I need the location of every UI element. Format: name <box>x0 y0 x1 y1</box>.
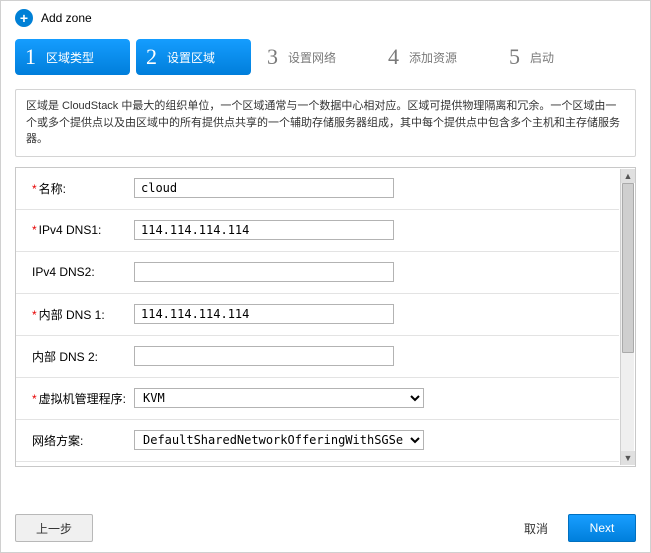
wizard-header: + Add zone <box>1 1 650 35</box>
name-input[interactable] <box>134 178 394 198</box>
required-mark: * <box>32 392 37 406</box>
step-num: 5 <box>509 44 520 70</box>
row-hypervisor: *虚拟机管理程序: KVM <box>16 378 619 420</box>
scroll-thumb[interactable] <box>622 183 634 353</box>
zone-description: 区域是 CloudStack 中最大的组织单位，一个区域通常与一个数据中心相对应… <box>15 89 636 157</box>
step-label: 设置区域 <box>167 49 215 66</box>
step-setup-network[interactable]: 3 设置网络 <box>257 39 372 75</box>
step-add-resources[interactable]: 4 添加资源 <box>378 39 493 75</box>
step-label: 设置网络 <box>288 49 336 66</box>
next-button[interactable]: Next <box>568 514 636 542</box>
label-network-offering: 网络方案: <box>26 432 134 449</box>
internal-dns1-input[interactable] <box>134 304 394 324</box>
required-mark: * <box>32 223 37 237</box>
scroll-down-icon[interactable]: ▼ <box>621 451 635 465</box>
label-internal-dns1: *内部 DNS 1: <box>26 306 134 323</box>
wizard-footer: 上一步 取消 Next <box>15 514 636 542</box>
ipv4-dns2-input[interactable] <box>134 262 394 282</box>
row-ipv4-dns1: *IPv4 DNS1: <box>16 210 619 252</box>
step-num: 2 <box>146 44 157 70</box>
row-network-offering: 网络方案: DefaultSharedNetworkOfferingWithSG… <box>16 420 619 462</box>
label-internal-dns2: 内部 DNS 2: <box>26 348 134 365</box>
cancel-button[interactable]: 取消 <box>524 520 548 537</box>
row-ipv4-dns2: IPv4 DNS2: <box>16 252 619 294</box>
scroll-up-icon[interactable]: ▲ <box>621 169 635 183</box>
hypervisor-select[interactable]: KVM <box>134 388 424 408</box>
wizard-title: Add zone <box>41 11 92 25</box>
plus-icon: + <box>15 9 33 27</box>
label-name: *名称: <box>26 180 134 197</box>
row-internal-dns2: 内部 DNS 2: <box>16 336 619 378</box>
step-label: 启动 <box>530 49 554 66</box>
label-hypervisor: *虚拟机管理程序: <box>26 390 134 407</box>
row-internal-dns1: *内部 DNS 1: <box>16 294 619 336</box>
step-launch[interactable]: 5 启动 <box>499 39 614 75</box>
step-label: 区域类型 <box>46 49 94 66</box>
step-num: 3 <box>267 44 278 70</box>
label-ipv4-dns1: *IPv4 DNS1: <box>26 223 134 237</box>
network-offering-select[interactable]: DefaultSharedNetworkOfferingWithSGServic… <box>134 430 424 450</box>
step-setup-zone[interactable]: 2 设置区域 <box>136 39 251 75</box>
step-label: 添加资源 <box>409 49 457 66</box>
internal-dns2-input[interactable] <box>134 346 394 366</box>
step-list: 1 区域类型 2 设置区域 3 设置网络 4 添加资源 5 启动 <box>1 35 650 85</box>
zone-form: *名称: *IPv4 DNS1: IPv4 DNS2: *内部 DNS 1: 内… <box>15 167 636 467</box>
required-mark: * <box>32 182 37 196</box>
prev-button[interactable]: 上一步 <box>15 514 93 542</box>
ipv4-dns1-input[interactable] <box>134 220 394 240</box>
row-name: *名称: <box>16 168 619 210</box>
step-zone-type[interactable]: 1 区域类型 <box>15 39 130 75</box>
form-scrollbar[interactable]: ▲ ▼ <box>620 169 634 465</box>
label-ipv4-dns2: IPv4 DNS2: <box>26 265 134 279</box>
step-num: 1 <box>25 44 36 70</box>
required-mark: * <box>32 308 37 322</box>
step-num: 4 <box>388 44 399 70</box>
